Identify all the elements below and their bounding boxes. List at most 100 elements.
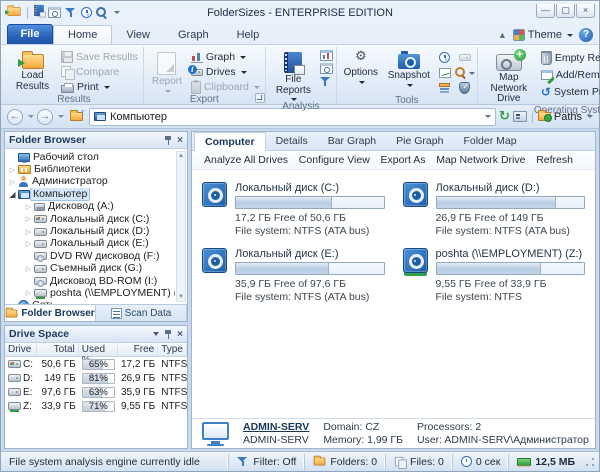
collapse-ribbon-icon[interactable]: ▲ (498, 30, 507, 40)
resize-grip[interactable] (585, 456, 595, 467)
up-folder-icon[interactable] (70, 107, 85, 121)
export-as-link[interactable]: Export As (381, 154, 426, 166)
tree-item-computer[interactable]: ◢ Компьютер (7, 188, 175, 201)
pin-icon[interactable] (164, 329, 172, 339)
tab-graph[interactable]: Graph (164, 26, 223, 44)
qat-compare-icon[interactable] (48, 7, 61, 18)
forward-button[interactable]: → (37, 108, 53, 125)
expander-icon[interactable]: ▷ (23, 240, 34, 248)
tab-bar-graph[interactable]: Bar Graph (318, 132, 386, 150)
panel-menu-icon[interactable] (153, 332, 160, 337)
tab-view[interactable]: View (112, 26, 164, 44)
system-protection-button[interactable]: ↺ System Protection (539, 85, 600, 99)
expander-icon[interactable]: ▷ (7, 302, 18, 304)
paths-folder-icon[interactable] (537, 110, 552, 122)
qat-filter-icon[interactable] (65, 7, 77, 19)
search-icon[interactable] (454, 66, 467, 79)
tree-item-desktop[interactable]: Рабочий стол (7, 151, 175, 164)
expander-icon[interactable]: ▷ (23, 289, 34, 297)
expander-icon[interactable]: ▷ (23, 228, 34, 236)
back-button[interactable]: ← (7, 108, 23, 125)
tree-item-drive-i[interactable]: Дисковод BD-ROM (I:) (7, 275, 175, 287)
command-prompt-icon[interactable] (512, 111, 527, 122)
expander-icon[interactable]: ▷ (23, 215, 34, 223)
disk-reports-icon[interactable] (319, 50, 333, 61)
drive-card-d[interactable]: Локальный диск (D:) 26,9 ГБ Free of 149 … (402, 182, 585, 238)
expander-icon[interactable]: ▷ (7, 166, 18, 174)
tab-help[interactable]: Help (223, 26, 274, 44)
export-graph-button[interactable]: Graph (189, 50, 262, 64)
analyze-all-drives-link[interactable]: Analyze All Drives (204, 154, 288, 166)
tree-item-drive-a[interactable]: ▷ Дисковод (A:) (7, 201, 175, 213)
export-clipboard-button[interactable]: Clipboard (189, 79, 262, 94)
table-row[interactable]: E: 97,6 ГБ 63% 35,9 ГБ NTFS (5, 385, 187, 399)
maximize-button[interactable]: ▢ (556, 3, 575, 18)
file-tab[interactable]: File (7, 24, 53, 44)
load-results-button[interactable]: Load Results (8, 48, 57, 92)
tab-folder-browser[interactable]: Folder Browser (5, 305, 96, 322)
shield-icon[interactable] (459, 81, 471, 94)
table-row[interactable]: Z: 33,9 ГБ 71% 9,55 ГБ NTFS (5, 399, 187, 413)
file-search-icon[interactable] (319, 63, 333, 74)
map-network-drive-link[interactable]: Map Network Drive (436, 154, 525, 166)
save-results-button[interactable]: Save Results (59, 50, 140, 64)
tab-folder-map[interactable]: Folder Map (453, 132, 526, 150)
drive-space-header-row[interactable]: Drive Total Used % Free Type (5, 343, 187, 366)
close-panel-icon[interactable]: × (177, 329, 183, 339)
help-icon[interactable]: ? (579, 28, 593, 42)
file-types-icon[interactable] (439, 82, 451, 87)
empty-recycle-bin-button[interactable]: Empty Recycle Bin (539, 50, 600, 65)
filter-status[interactable]: Filter: Off (228, 453, 304, 470)
tree-scrollbar[interactable]: ▲ ▼ (176, 151, 186, 303)
drive-card-c[interactable]: Локальный диск (C:) 17,2 ГБ Free of 50,6… (202, 182, 385, 238)
expander-icon[interactable]: ◢ (7, 190, 18, 199)
tree-item-user[interactable]: ▷ Администратор (7, 176, 175, 188)
back-history-dropdown-icon[interactable] (28, 115, 34, 118)
qat-load-results-icon[interactable] (4, 5, 21, 16)
refresh-icon[interactable]: ↻ (499, 110, 510, 123)
filter-search-icon[interactable] (319, 76, 332, 88)
drive-properties-icon[interactable] (458, 54, 471, 61)
configure-view-link[interactable]: Configure View (299, 154, 370, 166)
add-remove-programs-button[interactable]: Add/Remove Programs (539, 68, 600, 82)
expander-icon[interactable]: ▷ (7, 178, 18, 186)
tree-item-drive-f[interactable]: DVD RW дисковод (F:) (7, 250, 175, 262)
export-dialog-launcher[interactable] (254, 93, 265, 103)
computer-name-link[interactable]: ADMIN-SERV (243, 421, 309, 434)
qat-dropdown-icon[interactable] (114, 11, 120, 14)
qat-report-icon[interactable] (34, 4, 46, 18)
pin-icon[interactable] (164, 135, 172, 145)
close-button[interactable]: × (576, 3, 595, 18)
qat-scheduler-icon[interactable] (81, 7, 92, 18)
print-button[interactable]: Print (59, 80, 140, 94)
report-button[interactable]: Report (147, 48, 187, 93)
table-row[interactable]: C: 50,6 ГБ 65% 17,2 ГБ NTFS (5, 357, 187, 371)
tree-item-drive-c[interactable]: ▷ Локальный диск (C:) (7, 213, 175, 225)
tab-scan-data[interactable]: Scan Data (96, 305, 187, 322)
tree-item-drive-d[interactable]: ▷ Локальный диск (D:) (7, 225, 175, 237)
tree-item-drive-g[interactable]: ▷ Съемный диск (G:) (7, 263, 175, 275)
scheduler-clock-icon[interactable] (439, 52, 451, 63)
expander-icon[interactable]: ▷ (23, 203, 34, 211)
export-drives-button[interactable]: Drives (187, 64, 262, 79)
tree-item-libraries[interactable]: ▷ Библиотеки (7, 163, 175, 175)
tab-computer[interactable]: Computer (194, 132, 266, 151)
drive-card-z[interactable]: poshta (\\EMPLOYMENT) (Z:) 9,55 ГБ Free … (402, 248, 585, 304)
compare-button[interactable]: Compare (59, 65, 140, 80)
theme-button[interactable]: Theme (512, 29, 573, 41)
table-row[interactable]: D: 149 ГБ 81% 26,9 ГБ NTFS (5, 371, 187, 385)
trend-chart-icon[interactable] (438, 67, 451, 78)
snapshot-button[interactable]: Snapshot (384, 48, 434, 92)
drive-card-e[interactable]: Локальный диск (E:) 35,9 ГБ Free of 97,6… (202, 248, 385, 304)
forward-history-dropdown-icon[interactable] (58, 115, 64, 118)
tree-item-drive-e[interactable]: ▷ Локальный диск (E:) (7, 238, 175, 250)
tab-pie-graph[interactable]: Pie Graph (386, 132, 453, 150)
tree-item-network[interactable]: ▷Сеть (7, 300, 175, 305)
map-network-drive-button[interactable]: Map Network Drive (481, 48, 537, 105)
options-button[interactable]: ⚙ Options (340, 48, 382, 92)
expander-icon[interactable]: ▷ (23, 265, 34, 273)
minimize-button[interactable]: — (536, 3, 555, 18)
qat-preview-icon[interactable] (96, 6, 108, 19)
tab-home[interactable]: Home (53, 25, 113, 44)
close-panel-icon[interactable]: × (177, 135, 183, 145)
